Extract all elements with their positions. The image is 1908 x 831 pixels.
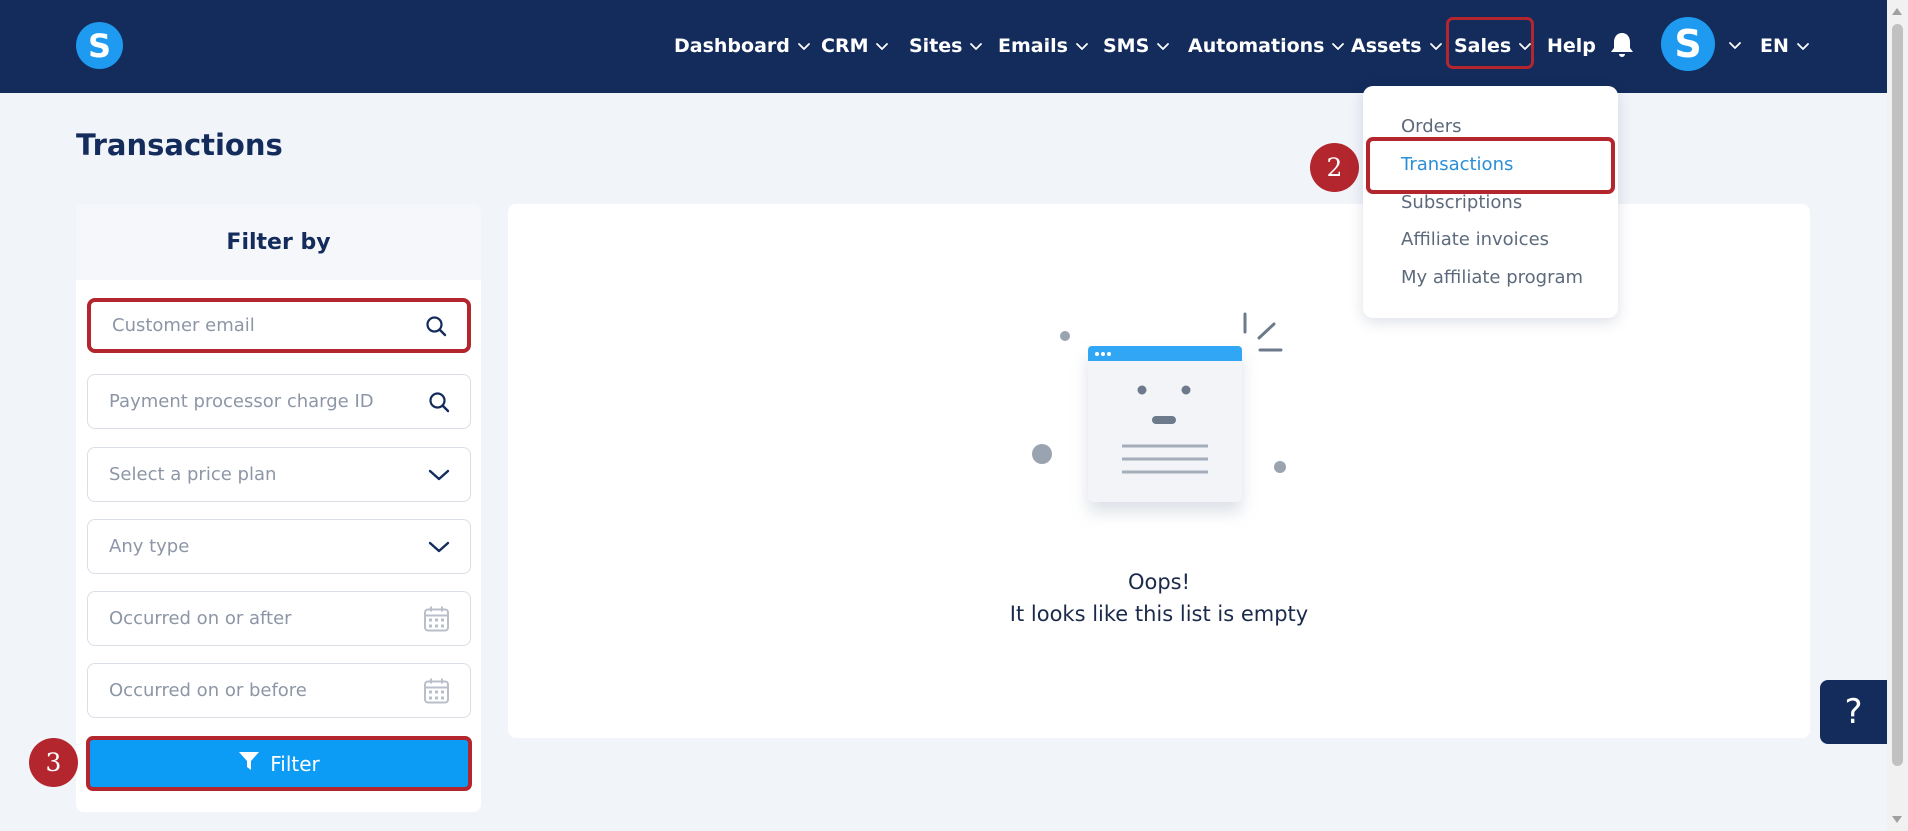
brand-logo[interactable]: S	[76, 22, 123, 69]
customer-email-field[interactable]	[87, 298, 471, 353]
nav-dashboard[interactable]: Dashboard	[674, 30, 812, 62]
filter-header: Filter by	[76, 204, 481, 280]
filter-panel: Filter by Select a price plan Any type	[76, 204, 481, 812]
search-icon[interactable]	[428, 391, 450, 413]
chevron-down-icon	[428, 540, 450, 554]
nav-emails-label: Emails	[998, 35, 1068, 57]
nav-help-label: Help	[1547, 35, 1596, 57]
chevron-down-icon	[874, 38, 890, 54]
type-select[interactable]: Any type	[87, 519, 471, 574]
language-selector[interactable]: EN	[1760, 30, 1811, 62]
chevron-down-icon	[1428, 38, 1444, 54]
price-plan-placeholder: Select a price plan	[109, 464, 277, 485]
page-scrollbar[interactable]	[1887, 0, 1908, 831]
chevron-down-icon	[1795, 38, 1811, 54]
avatar-chevron-down-icon[interactable]	[1727, 37, 1743, 53]
step-badge-2: 2	[1310, 143, 1359, 192]
occurred-after-input[interactable]	[109, 608, 409, 629]
calendar-icon[interactable]	[423, 605, 450, 632]
step-badge-3: 3	[29, 738, 78, 787]
help-widget-button[interactable]: ?	[1820, 680, 1887, 744]
chevron-down-icon	[1330, 38, 1346, 54]
nav-crm[interactable]: CRM	[821, 30, 890, 62]
user-avatar[interactable]: S	[1661, 17, 1715, 71]
search-icon[interactable]	[425, 315, 447, 337]
chevron-down-icon	[1074, 38, 1090, 54]
menu-item-affiliate-invoices[interactable]: Affiliate invoices	[1401, 229, 1549, 250]
nav-automations[interactable]: Automations	[1188, 30, 1346, 62]
price-plan-select[interactable]: Select a price plan	[87, 447, 471, 502]
customer-email-input[interactable]	[112, 315, 412, 336]
scrollbar-thumb[interactable]	[1892, 24, 1903, 766]
scroll-up-arrow[interactable]	[1892, 8, 1902, 15]
occurred-after-field[interactable]	[87, 591, 471, 646]
page-title: Transactions	[76, 128, 283, 162]
menu-item-subscriptions[interactable]: Subscriptions	[1401, 192, 1522, 213]
nav-dashboard-label: Dashboard	[674, 35, 790, 57]
sales-dropdown-menu: Orders Transactions Subscriptions Affili…	[1363, 86, 1618, 318]
filter-button-label: Filter	[270, 751, 320, 776]
chevron-down-icon	[1155, 38, 1171, 54]
nav-emails[interactable]: Emails	[998, 30, 1090, 62]
chevron-down-icon	[428, 468, 450, 482]
nav-automations-label: Automations	[1188, 35, 1325, 57]
charge-id-input[interactable]	[109, 391, 409, 412]
occurred-before-input[interactable]	[109, 680, 409, 701]
nav-sites-label: Sites	[909, 35, 963, 57]
transactions-highlight-box	[1366, 137, 1615, 194]
funnel-icon	[238, 750, 260, 777]
occurred-before-field[interactable]	[87, 663, 471, 718]
bell-icon[interactable]	[1609, 31, 1635, 59]
language-label: EN	[1760, 35, 1789, 57]
nav-sites[interactable]: Sites	[909, 30, 984, 62]
scroll-down-arrow[interactable]	[1892, 816, 1902, 823]
nav-sms-label: SMS	[1103, 35, 1150, 57]
filter-button[interactable]: Filter	[86, 736, 472, 791]
nav-sms[interactable]: SMS	[1103, 30, 1171, 62]
nav-assets[interactable]: Assets	[1351, 30, 1444, 62]
type-placeholder: Any type	[109, 536, 190, 557]
chevron-down-icon	[796, 38, 812, 54]
empty-state-title: Oops!	[1127, 570, 1191, 594]
empty-state-message: It looks like this list is empty	[1009, 602, 1309, 626]
calendar-icon[interactable]	[423, 677, 450, 704]
menu-item-orders[interactable]: Orders	[1401, 116, 1462, 137]
chevron-down-icon	[968, 38, 984, 54]
nav-help[interactable]: Help	[1547, 30, 1596, 62]
top-navbar: S Dashboard CRM Sites Emails SMS Automat…	[0, 0, 1887, 93]
empty-list-illustration	[1022, 308, 1292, 532]
charge-id-field[interactable]	[87, 374, 471, 429]
sales-highlight-box	[1446, 17, 1534, 69]
menu-item-my-affiliate-program[interactable]: My affiliate program	[1401, 267, 1583, 288]
nav-assets-label: Assets	[1351, 35, 1422, 57]
nav-crm-label: CRM	[821, 35, 869, 57]
